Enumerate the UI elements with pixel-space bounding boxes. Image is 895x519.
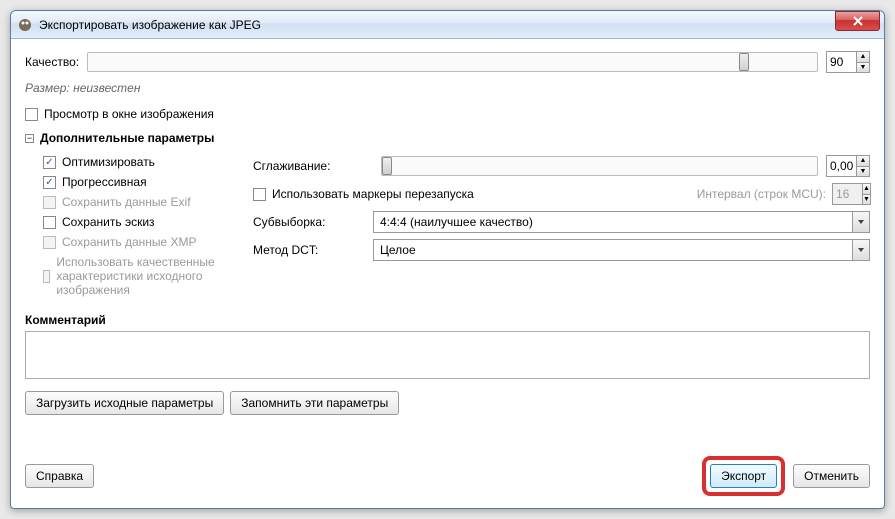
smoothing-value-input[interactable]: [826, 155, 856, 177]
subsampling-value[interactable]: [373, 211, 852, 233]
preview-label: Просмотр в окне изображения: [44, 107, 214, 121]
progressive-label: Прогрессивная: [62, 175, 147, 189]
app-icon: [17, 17, 33, 33]
advanced-panel: ✓ Оптимизировать ✓ Прогрессивная Сохрани…: [25, 149, 870, 303]
interval-label: Интервал (строк MCU):: [697, 187, 826, 201]
smoothing-spin-down[interactable]: ▼: [856, 166, 870, 178]
dct-value[interactable]: [373, 239, 852, 261]
titlebar: Экспортировать изображение как JPEG: [11, 11, 884, 39]
cancel-button[interactable]: Отменить: [793, 464, 870, 488]
xmp-checkbox: [43, 236, 56, 249]
advanced-right-column: Сглаживание: ▲▼ Использовать маркеры пер…: [253, 149, 870, 303]
load-defaults-button[interactable]: Загрузить исходные параметры: [25, 391, 224, 415]
optimize-checkbox[interactable]: ✓: [43, 156, 56, 169]
use-src-quality-checkbox: [43, 270, 50, 283]
window-title: Экспортировать изображение как JPEG: [39, 18, 835, 32]
close-button[interactable]: [835, 11, 880, 31]
quality-row: Качество: ▲▼: [25, 51, 870, 73]
size-row: Размер: неизвестен: [25, 81, 870, 95]
comment-label: Комментарий: [25, 313, 870, 327]
smoothing-spin-up[interactable]: ▲: [856, 155, 870, 166]
subsampling-label: Субвыборка:: [253, 215, 373, 229]
subsampling-combo[interactable]: [373, 211, 870, 233]
interval-spinner: ▲▼: [832, 183, 870, 205]
advanced-expander[interactable]: − Дополнительные параметры: [25, 131, 870, 145]
dct-combo[interactable]: [373, 239, 870, 261]
export-highlight-ring: Экспорт: [702, 456, 785, 496]
quality-label: Качество:: [25, 55, 79, 69]
preview-checkbox[interactable]: [25, 108, 38, 121]
smoothing-slider[interactable]: [381, 156, 818, 176]
exif-label: Сохранить данные Exif: [62, 195, 191, 209]
chevron-down-icon: [857, 246, 865, 254]
size-text: Размер: неизвестен: [25, 81, 140, 95]
use-src-quality-label: Использовать качественные характеристики…: [56, 255, 243, 297]
chevron-down-icon: [857, 218, 865, 226]
footer-row: Справка Экспорт Отменить: [25, 444, 870, 496]
thumb-checkbox[interactable]: [43, 216, 56, 229]
advanced-left-column: ✓ Оптимизировать ✓ Прогрессивная Сохрани…: [43, 149, 243, 303]
export-jpeg-dialog: Экспортировать изображение как JPEG Каче…: [10, 10, 885, 509]
quality-spin-down[interactable]: ▼: [856, 62, 870, 74]
close-icon: [853, 16, 863, 26]
quality-spin-up[interactable]: ▲: [856, 51, 870, 62]
smoothing-label: Сглаживание:: [253, 159, 373, 173]
quality-value-input[interactable]: [826, 51, 856, 73]
optimize-label: Оптимизировать: [62, 155, 155, 169]
save-defaults-button[interactable]: Запомнить эти параметры: [230, 391, 399, 415]
xmp-label: Сохранить данные XMP: [62, 235, 197, 249]
exif-checkbox: [43, 196, 56, 209]
preview-row: Просмотр в окне изображения: [25, 107, 870, 121]
restart-markers-checkbox[interactable]: [253, 188, 266, 201]
dct-label: Метод DCT:: [253, 243, 373, 257]
client-area: Качество: ▲▼ Размер: неизвестен Просмотр…: [11, 39, 884, 508]
subsampling-dropdown-button[interactable]: [852, 211, 870, 233]
progressive-checkbox[interactable]: ✓: [43, 176, 56, 189]
thumb-label: Сохранить эскиз: [62, 215, 155, 229]
help-button[interactable]: Справка: [25, 464, 94, 488]
dct-dropdown-button[interactable]: [852, 239, 870, 261]
quality-slider[interactable]: [87, 52, 818, 72]
quality-slider-thumb[interactable]: [739, 53, 749, 71]
smoothing-spinner[interactable]: ▲▼: [826, 155, 870, 177]
interval-spin-up: ▲: [862, 183, 871, 194]
comment-textarea[interactable]: [25, 331, 870, 379]
interval-spin-down: ▼: [862, 194, 871, 206]
interval-value-input: [832, 183, 862, 205]
advanced-title: Дополнительные параметры: [40, 131, 214, 145]
defaults-button-row: Загрузить исходные параметры Запомнить э…: [25, 391, 870, 415]
smoothing-slider-thumb[interactable]: [382, 157, 392, 175]
export-button[interactable]: Экспорт: [710, 464, 777, 488]
restart-markers-label: Использовать маркеры перезапуска: [272, 187, 697, 201]
quality-spinner[interactable]: ▲▼: [826, 51, 870, 73]
expander-minus-icon: −: [25, 134, 34, 143]
